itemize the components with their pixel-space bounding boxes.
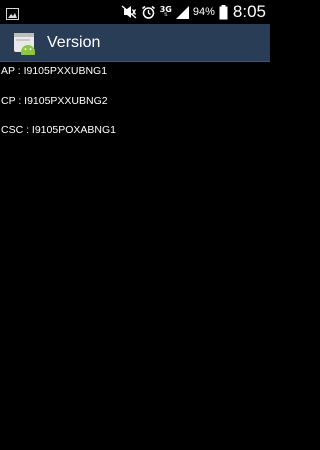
ap-version-text: AP : I9105PXXUBNG1: [1, 65, 108, 77]
status-bar: 3G ⇅ 94% 8:05: [0, 0, 270, 24]
app-screen: 3G ⇅ 94% 8:05 Version AP: I9105PXXUBNG1…: [0, 0, 270, 450]
image-notification-icon[interactable]: [6, 5, 19, 24]
status-icons: 3G ⇅ 94% 8:05: [117, 0, 266, 24]
action-bar: Version: [0, 24, 270, 62]
android-settings-app-icon[interactable]: [12, 30, 38, 56]
data-arrows-icon: ⇅: [163, 12, 168, 18]
alarm-icon: [141, 5, 156, 20]
cp-version-text: CP : I9105PXXUBNG2: [1, 95, 108, 107]
signal-icon: [175, 5, 190, 19]
app-title: Version: [47, 33, 101, 51]
battery-percent: 94%: [192, 6, 215, 18]
mobile-data-icon: 3G ⇅: [160, 6, 172, 18]
mute-icon: [121, 5, 137, 19]
clock: 8:05: [232, 2, 266, 21]
battery-icon: [219, 4, 228, 20]
csc-version-text: CSC : I9105POXABNG1: [1, 124, 116, 136]
